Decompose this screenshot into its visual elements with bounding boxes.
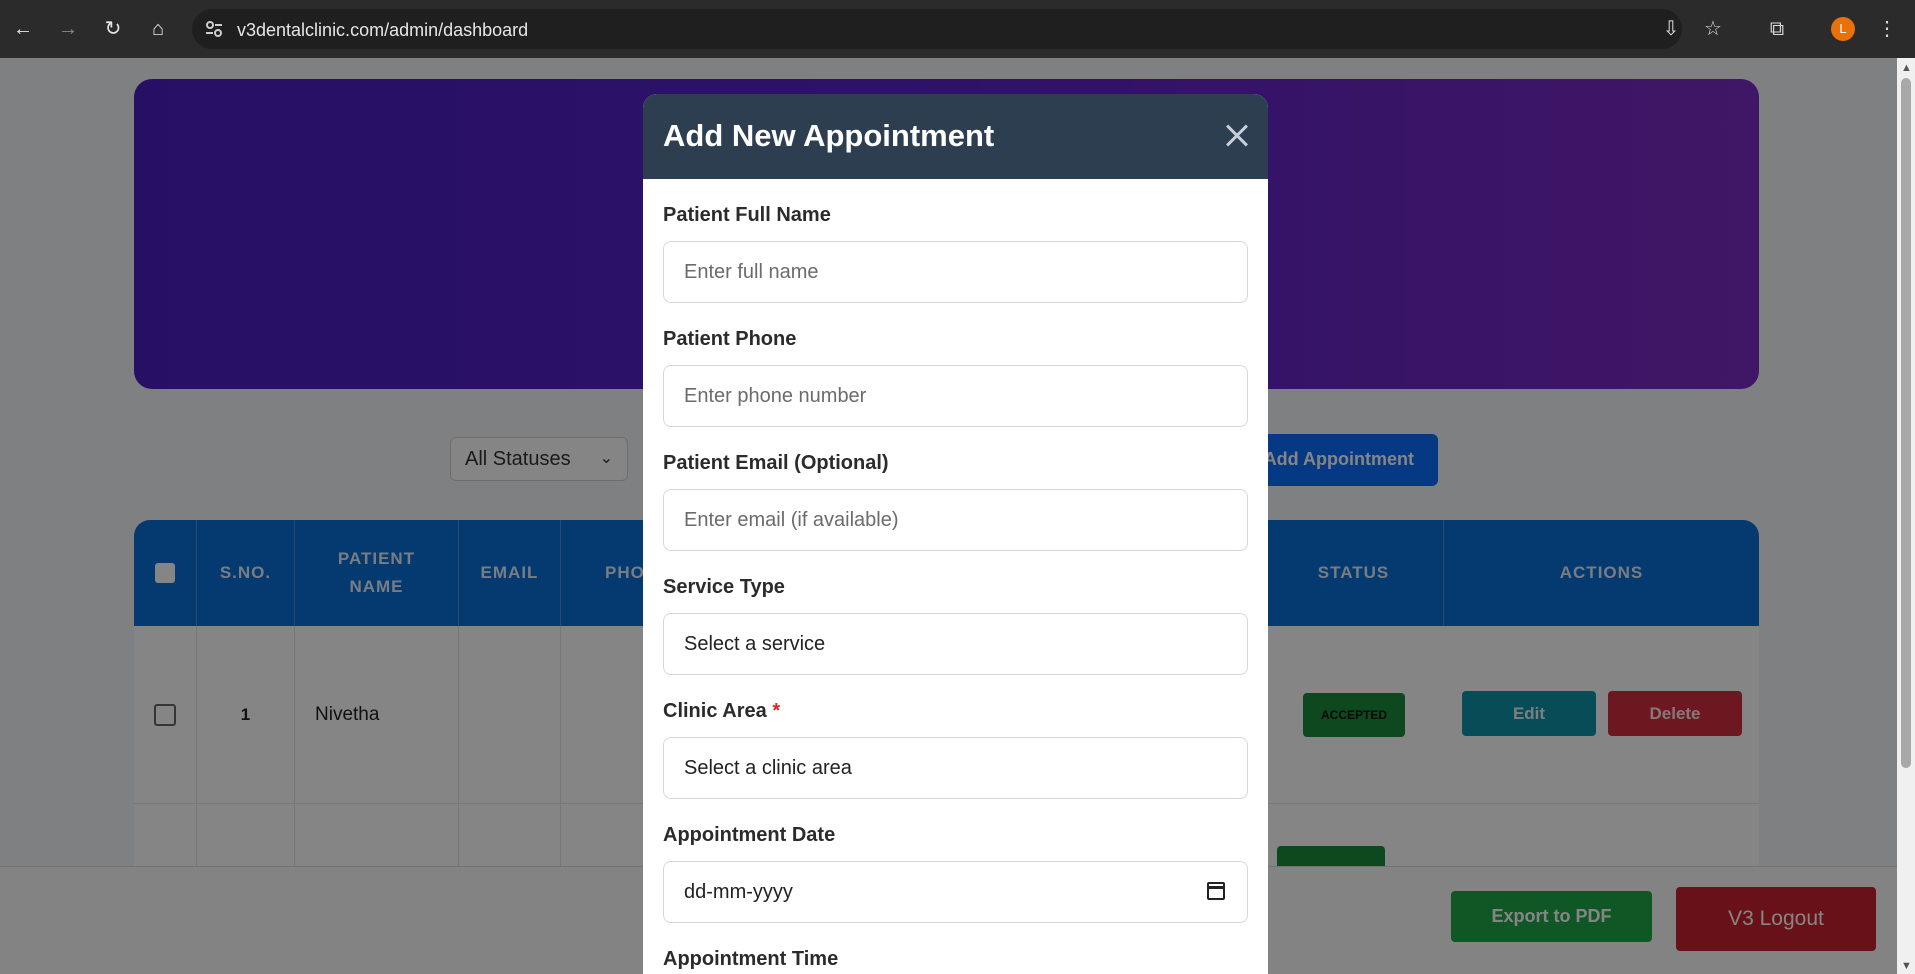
page-scrollbar[interactable]: ▲ ▼: [1897, 58, 1915, 974]
calendar-icon[interactable]: [1207, 882, 1225, 900]
appointment-date-value: dd-mm-yyyy: [684, 881, 793, 903]
appointment-date-label: Appointment Date: [663, 824, 836, 846]
extensions-icon[interactable]: ⧉: [1762, 14, 1792, 44]
clinic-area-label: Clinic Area *: [663, 700, 780, 723]
reload-icon[interactable]: ↻: [98, 14, 128, 44]
modal-header: Add New Appointment: [643, 94, 1268, 179]
service-type-select[interactable]: Select a service: [663, 613, 1248, 675]
profile-avatar[interactable]: L: [1831, 17, 1855, 41]
clinic-area-select[interactable]: Select a clinic area: [663, 737, 1248, 799]
back-icon[interactable]: ←: [8, 14, 38, 44]
patient-phone-label: Patient Phone: [663, 328, 797, 350]
bookmark-star-icon[interactable]: ☆: [1698, 14, 1728, 44]
home-icon[interactable]: ⌂: [143, 14, 173, 44]
patient-name-input[interactable]: [663, 241, 1248, 303]
install-app-icon[interactable]: ⇩: [1656, 14, 1686, 44]
forward-icon[interactable]: →: [53, 14, 83, 44]
service-type-value: Select a service: [684, 633, 826, 655]
appointment-time-label: Appointment Time: [663, 948, 839, 970]
clinic-area-label-text: Clinic Area: [663, 700, 767, 722]
scroll-up-arrow-icon[interactable]: ▲: [1901, 62, 1912, 74]
browser-menu-icon[interactable]: ⋮: [1872, 14, 1902, 44]
service-type-label: Service Type: [663, 576, 785, 598]
add-appointment-modal: Add New Appointment Patient Full Name Pa…: [643, 94, 1268, 974]
appointment-date-input[interactable]: dd-mm-yyyy: [663, 861, 1248, 923]
close-icon[interactable]: [1221, 118, 1255, 152]
modal-title: Add New Appointment: [663, 118, 995, 153]
clinic-area-value: Select a clinic area: [684, 757, 852, 779]
scroll-down-arrow-icon[interactable]: ▼: [1901, 960, 1912, 972]
patient-phone-input[interactable]: [663, 365, 1248, 427]
address-bar[interactable]: v3dentalclinic.com/admin/dashboard: [192, 9, 1682, 49]
patient-email-input[interactable]: [663, 489, 1248, 551]
patient-email-label: Patient Email (Optional): [663, 452, 889, 474]
required-asterisk: *: [772, 700, 781, 722]
url-text[interactable]: v3dentalclinic.com/admin/dashboard: [237, 20, 528, 41]
scrollbar-thumb[interactable]: [1901, 78, 1911, 768]
site-settings-icon[interactable]: [204, 19, 224, 39]
browser-toolbar: ← → ↻ ⌂ v3dentalclinic.com/admin/dashboa…: [0, 0, 1915, 58]
patient-name-label: Patient Full Name: [663, 204, 831, 226]
